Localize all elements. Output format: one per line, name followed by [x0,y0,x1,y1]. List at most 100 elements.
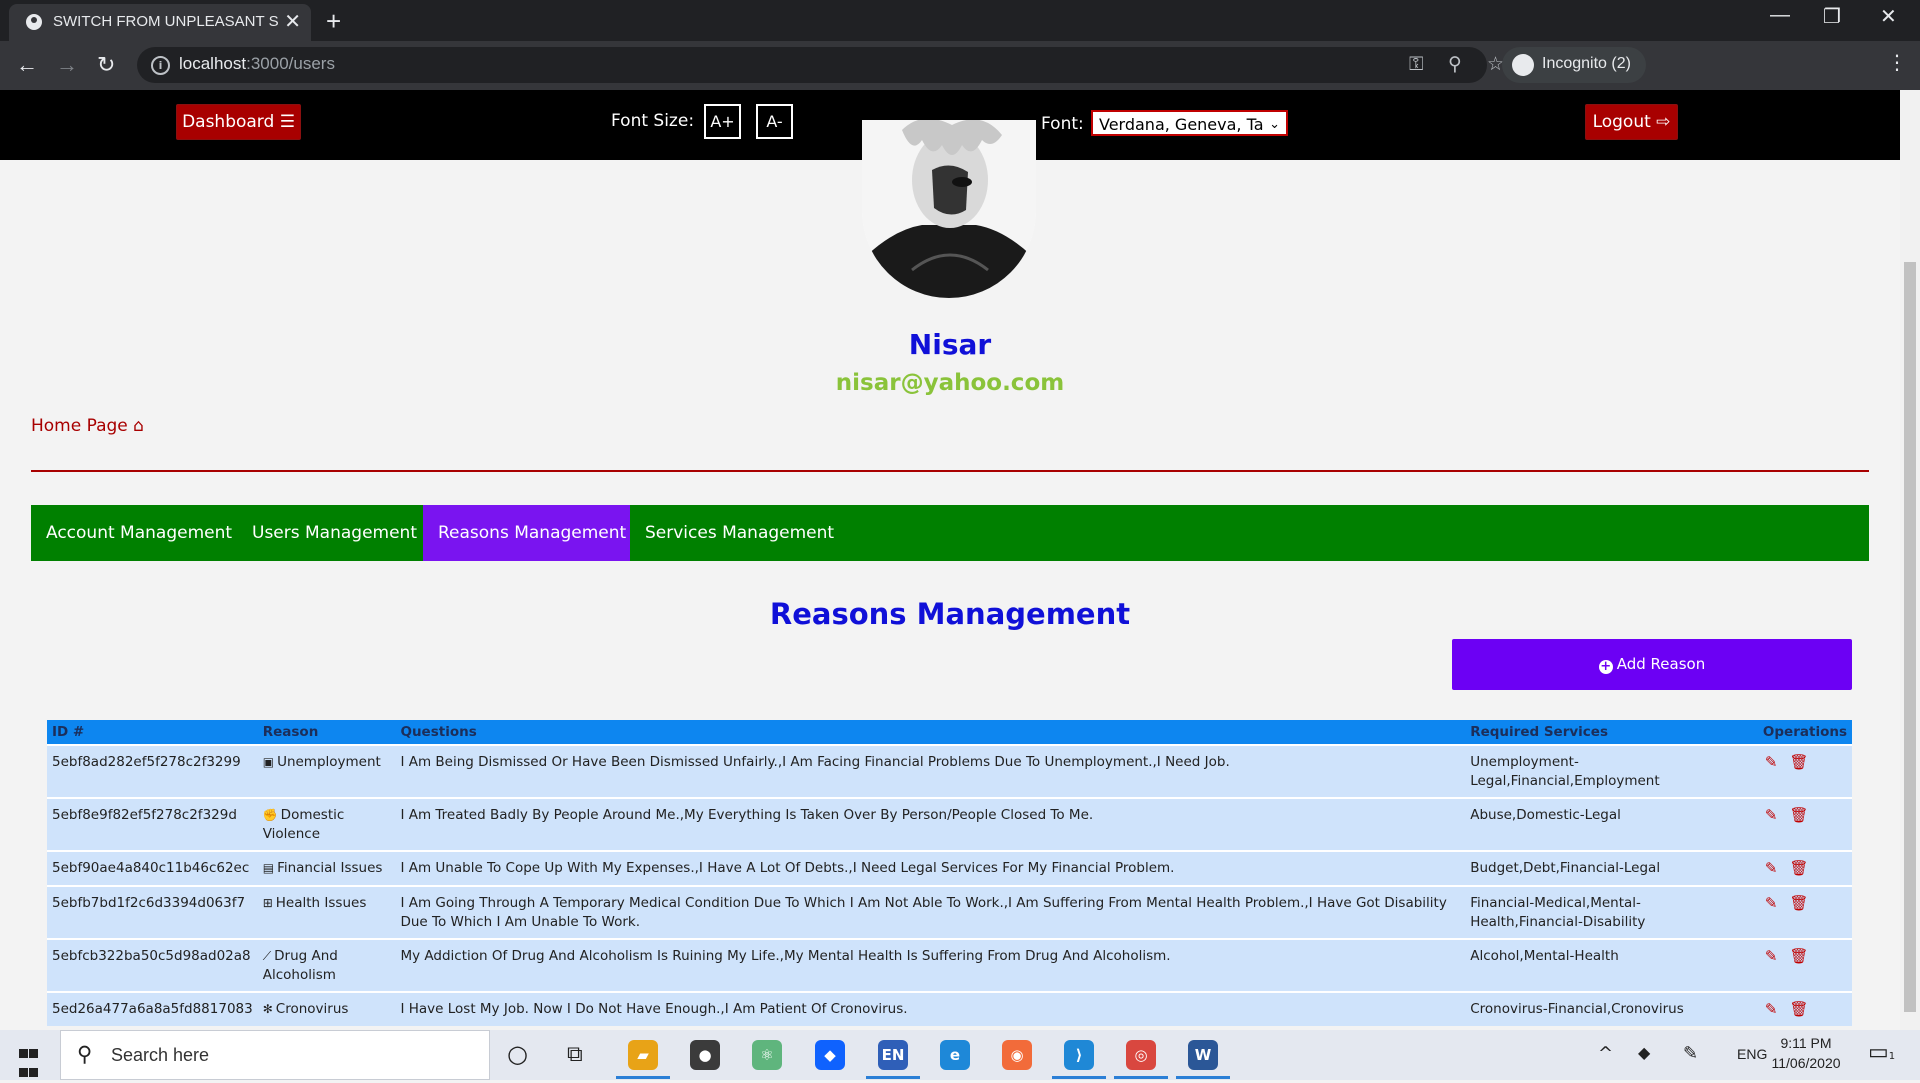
font-increase-button[interactable]: A+ [704,104,741,139]
zoom-icon[interactable]: ⚲ [1448,53,1462,75]
cell-reason: ⊞ Health Issues [257,885,396,939]
delete-icon[interactable]: 🗑 [1790,894,1809,913]
home-page-link[interactable]: Home Page ⌂ [31,416,144,436]
cell-required-services: Abuse,Domestic-Legal [1465,797,1758,851]
font-size-label: Font Size: [611,111,695,131]
add-reason-label: Add Reason [1616,655,1706,673]
reason-icon: ✊ [262,808,278,822]
url-path: :3000/users [246,54,335,73]
dashboard-button[interactable]: Dashboard ☰ [176,104,301,140]
browser-menu-icon[interactable]: ⋮ [1887,50,1907,74]
reload-button[interactable]: ↻ [97,52,115,78]
cell-questions: I Am Unable To Cope Up With My Expenses.… [395,850,1466,886]
tab-users-management[interactable]: Users Management [237,505,432,561]
cell-questions: My Addiction Of Drug And Alcoholism Is R… [395,938,1466,992]
browser-tab[interactable]: SWITCH FROM UNPLEASANT SC ✕ [9,4,311,41]
edit-icon[interactable]: ✎ [1765,859,1778,878]
delete-icon[interactable]: 🗑 [1790,806,1809,825]
scrollbar-thumb[interactable] [1904,262,1916,1012]
header-questions: Questions [395,720,1466,745]
forward-button[interactable]: → [56,52,78,78]
cell-questions: I Am Treated Badly By People Around Me.,… [395,797,1466,851]
taskbar-app-file-explorer-icon[interactable]: ▰ [628,1040,658,1070]
header-required-services: Required Services [1465,720,1758,745]
language-indicator[interactable]: ENG [1737,1046,1767,1062]
taskbar-app-word-icon[interactable]: W [1188,1040,1218,1070]
edit-icon[interactable]: ✎ [1765,947,1778,966]
incognito-button[interactable]: Incognito (2) [1502,47,1646,83]
minimize-button[interactable]: — [1770,4,1790,27]
notification-button[interactable]: ▭1 [1868,1040,1895,1065]
taskbar-app-github-icon[interactable]: ● [690,1040,720,1070]
task-view-icon[interactable]: ⧉ [567,1042,583,1067]
running-indicator [1176,1076,1230,1079]
tray-pen-icon[interactable]: ✎ [1683,1043,1698,1064]
start-button[interactable] [19,1045,39,1083]
edit-icon[interactable]: ✎ [1765,1000,1778,1019]
logout-button[interactable]: Logout ⇨ [1585,104,1678,140]
taskbar-app-postman-icon[interactable]: ◉ [1002,1040,1032,1070]
table-header-row: ID # Reason Questions Required Services … [47,720,1852,745]
reason-label: Health Issues [275,895,367,911]
running-indicator [1114,1076,1168,1079]
edit-icon[interactable]: ✎ [1765,894,1778,913]
edit-icon[interactable]: ✎ [1765,753,1778,772]
header-reason: Reason [257,720,396,745]
clock-date: 11/06/2020 [1771,1055,1841,1071]
taskbar-app-edge-icon[interactable]: e [940,1040,970,1070]
delete-icon[interactable]: 🗑 [1790,1000,1809,1019]
taskbar-app-vscode-icon[interactable]: ⟩ [1064,1040,1094,1070]
reason-icon: ▣ [262,755,275,769]
tab-services-management[interactable]: Services Management [630,505,849,561]
cell-id: 5ebf8ad282ef5f278c2f3299 [47,744,258,798]
cell-operations: ✎ 🗑 [1757,991,1852,1026]
tray-dropbox-icon[interactable]: ◆ [1638,1043,1650,1062]
taskbar-search[interactable]: ⚲ Search here [60,1030,490,1080]
new-tab-button[interactable]: + [326,6,341,37]
site-info-icon[interactable]: i [151,56,170,75]
cell-operations: ✎ 🗑 [1757,744,1852,798]
url-text: localhost:3000/users [179,54,335,74]
table-row: 5ebf8e9f82ef5f278c2f329d ✊ Domestic Violen… [47,797,1852,851]
key-icon[interactable]: ⚿ [1409,53,1423,75]
plus-circle-icon: + [1598,659,1613,674]
font-decrease-button[interactable]: A- [756,104,793,139]
tab-reasons-management[interactable]: Reasons Management [423,505,630,561]
cell-questions: I Have Lost My Job. Now I Do Not Have En… [395,991,1466,1026]
avatar-image [862,120,1036,298]
add-reason-button[interactable]: + Add Reason [1452,639,1852,690]
search-icon: ⚲ [77,1042,93,1066]
cortana-icon[interactable]: ○ [507,1040,528,1068]
header-id: ID # [47,720,258,745]
reason-icon: ⊞ [262,896,273,910]
cell-questions: I Am Being Dismissed Or Have Been Dismis… [395,744,1466,798]
tab-close-icon[interactable]: ✕ [284,11,301,31]
address-bar[interactable]: i localhost:3000/users ⚿ ⚲ ☆ [137,47,1504,83]
table-row: 5ebfb7bd1f2c6d3394d063f7 ⊞ Health Issues I … [47,885,1852,939]
running-indicator [1052,1076,1106,1079]
search-placeholder: Search here [111,1045,210,1065]
delete-icon[interactable]: 🗑 [1790,859,1809,878]
cell-id: 5ebf8e9f82ef5f278c2f329d [47,797,258,851]
close-window-button[interactable]: ✕ [1880,4,1897,29]
clock[interactable]: 9:11 PM 11/06/2020 [1766,1033,1846,1073]
tab-account-management[interactable]: Account Management [31,505,247,561]
back-button[interactable]: ← [16,52,38,78]
notification-count: 1 [1888,1051,1896,1062]
taskbar-app-atom-icon[interactable]: ⚛ [752,1040,782,1070]
restore-button[interactable]: ❐ [1823,4,1841,29]
cell-questions: I Am Going Through A Temporary Medical C… [395,885,1466,939]
avatar [862,120,1036,298]
delete-icon[interactable]: 🗑 [1790,947,1809,966]
cell-id: 5ed26a477a6a8a5fd8817083 [47,991,258,1026]
header-operations: Operations [1757,720,1852,745]
delete-icon[interactable]: 🗑 [1790,753,1809,772]
taskbar-app-dropbox-icon[interactable]: ◆ [815,1040,845,1070]
taskbar-app-chrome-icon[interactable]: ◎ [1126,1040,1156,1070]
taskbar-app-en-keyboard-icon[interactable]: EN [878,1040,908,1070]
cell-reason: ▣ Unemployment [257,744,396,798]
edit-icon[interactable]: ✎ [1765,806,1778,825]
running-indicator [866,1076,920,1079]
font-select[interactable]: Verdana, Geneva, Ta ⌄ [1091,110,1288,136]
tray-chevron-icon[interactable]: ^ [1598,1043,1613,1064]
